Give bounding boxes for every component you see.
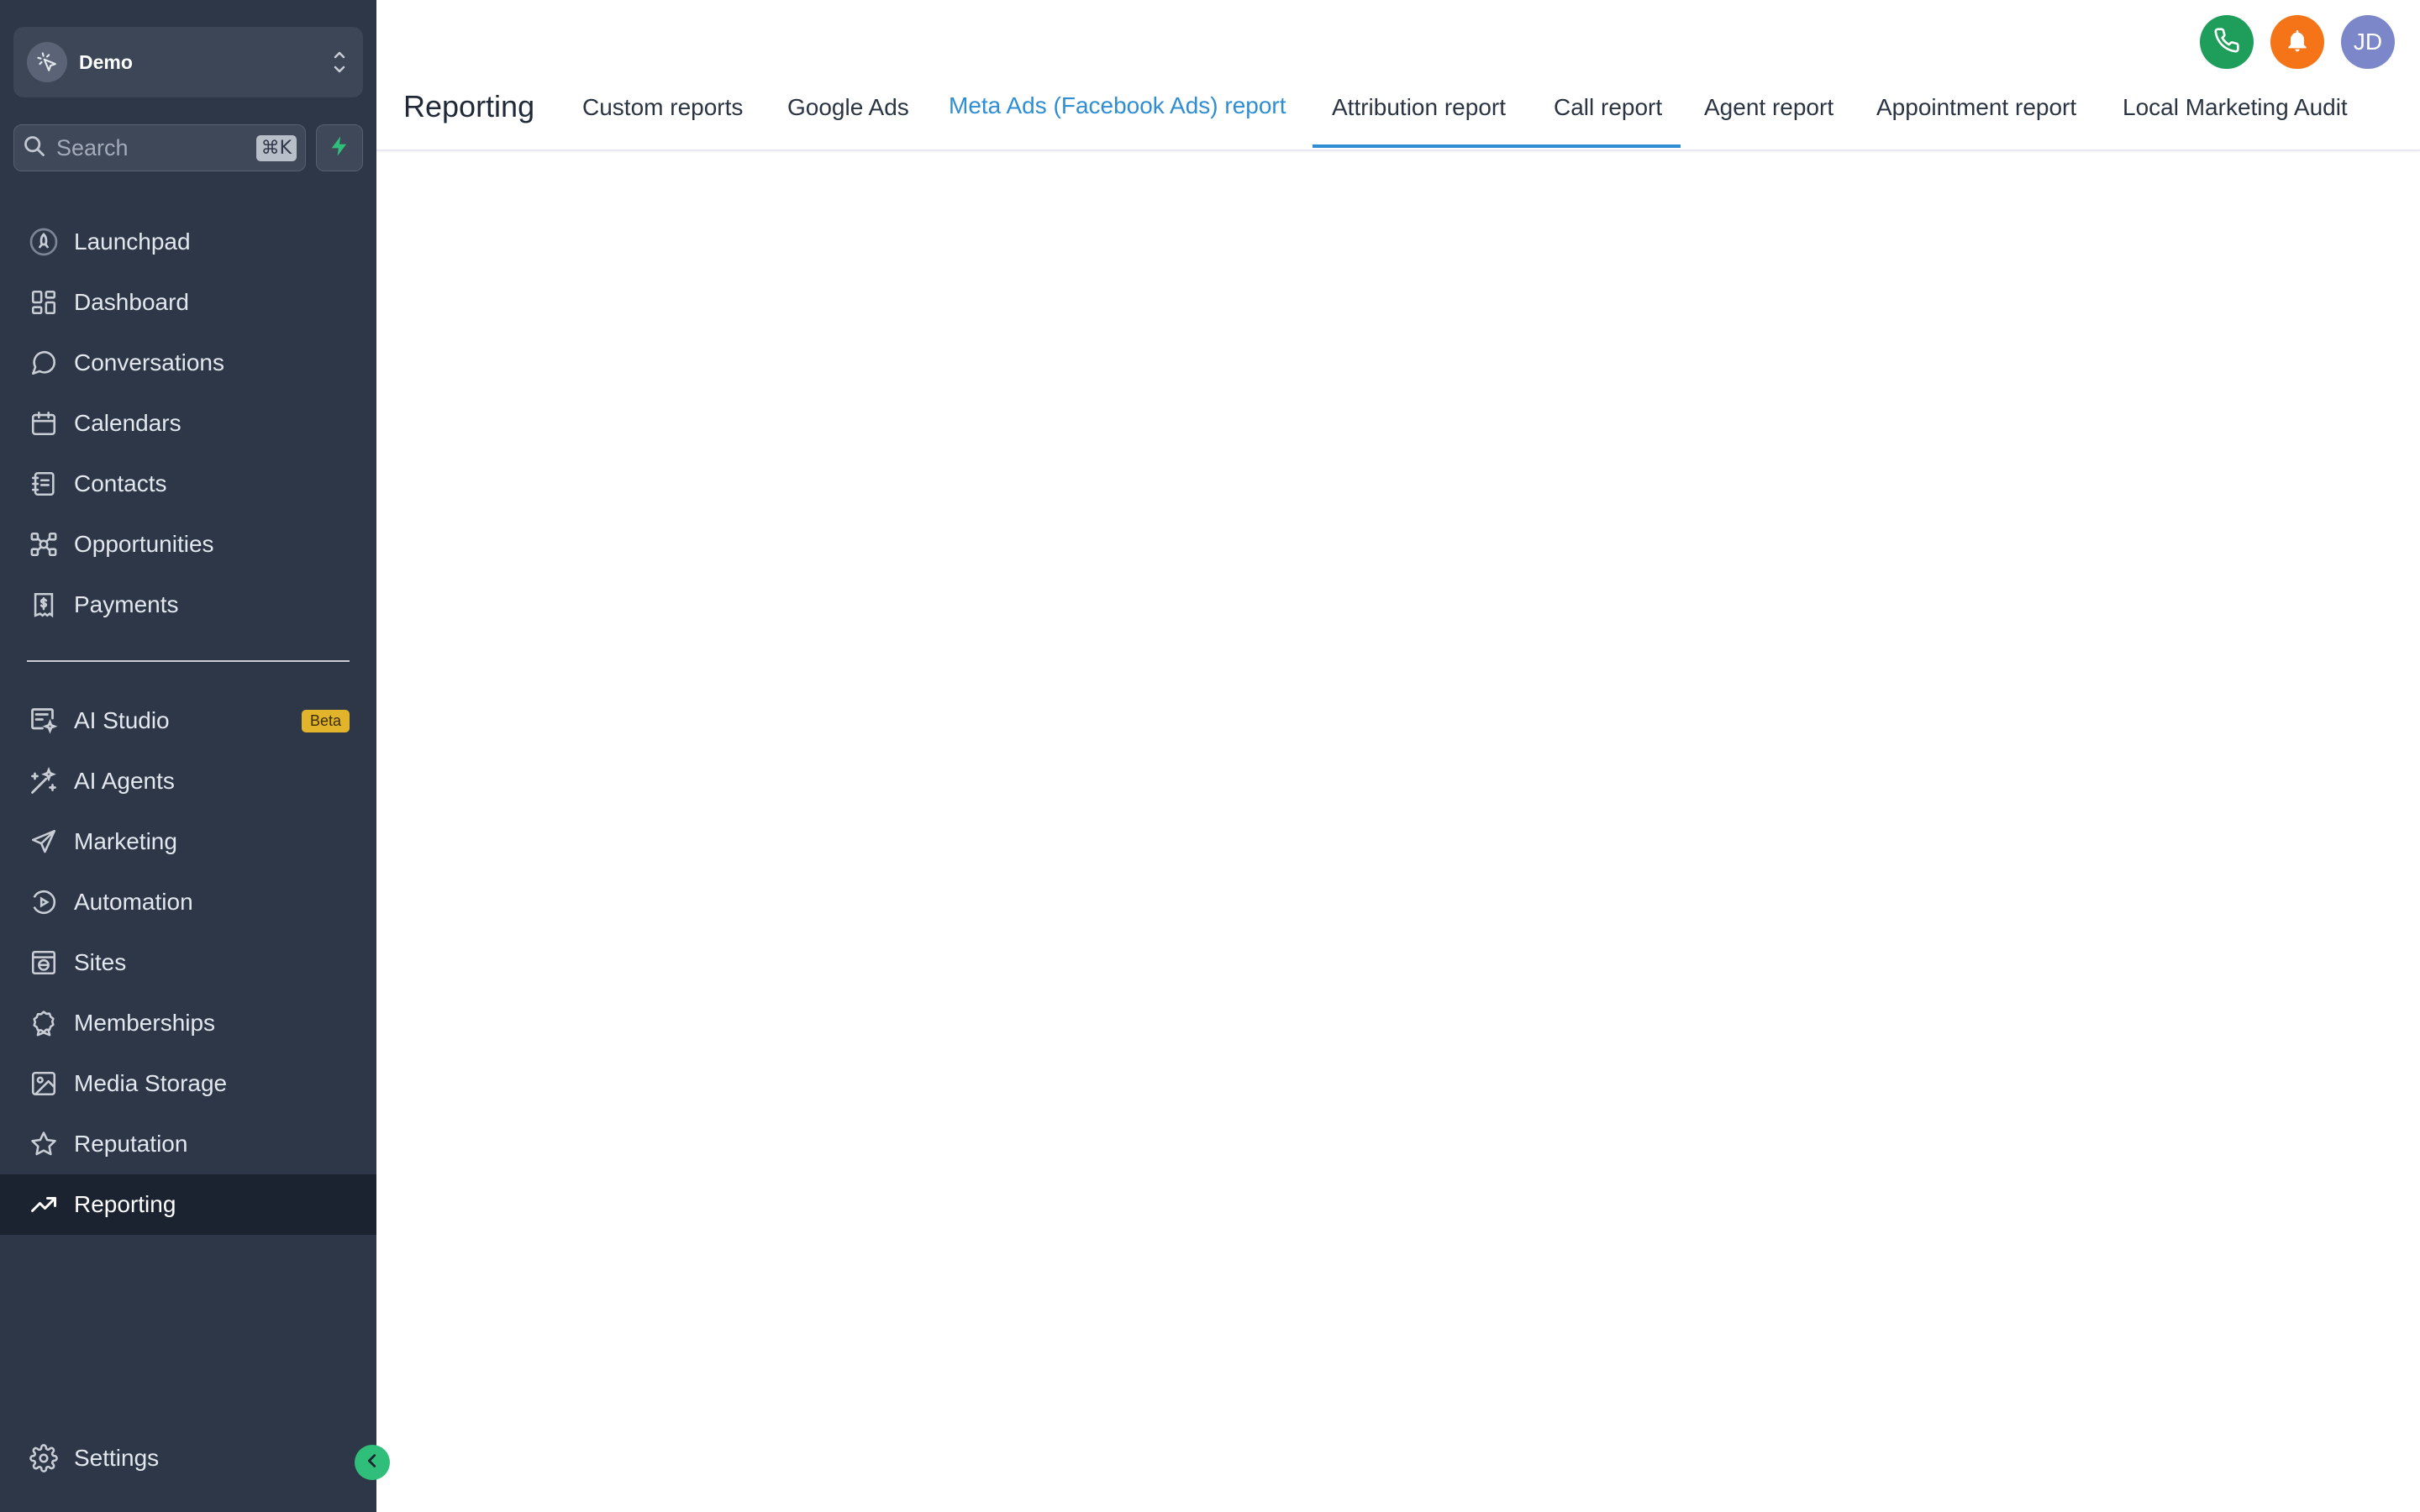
nav-item-calendars[interactable]: Calendars: [0, 393, 376, 454]
nav-item-payments[interactable]: Payments: [0, 575, 376, 635]
bell-icon: [2284, 27, 2311, 58]
network-nodes-icon: [27, 528, 60, 561]
calendar-icon: [27, 407, 60, 440]
tab-appointment-report[interactable]: Appointment report: [1876, 94, 2076, 121]
notifications-button[interactable]: [2270, 15, 2324, 69]
collapse-sidebar-button[interactable]: [355, 1445, 390, 1480]
nav-label: AI Studio: [74, 707, 170, 733]
nav-item-memberships[interactable]: Memberships: [0, 993, 376, 1053]
search-shortcut: ⌘K: [255, 134, 297, 161]
nav-label: Payments: [74, 591, 179, 617]
header: Reporting Custom reports Google Ads Meta…: [376, 0, 2420, 151]
chat-bubble-icon: [27, 346, 60, 380]
tab-custom-reports[interactable]: Custom reports: [582, 94, 743, 121]
nav-item-sites[interactable]: Sites: [0, 932, 376, 993]
send-plane-icon: [27, 825, 60, 858]
nav-label: Contacts: [74, 470, 167, 496]
globe-window-icon: [27, 946, 60, 979]
main-content: [376, 153, 2420, 1512]
nav-divider: [27, 660, 350, 662]
tab-agent-report[interactable]: Agent report: [1704, 94, 1833, 121]
nav-item-opportunities[interactable]: Opportunities: [0, 514, 376, 575]
nav-item-launchpad[interactable]: Launchpad: [0, 212, 376, 272]
nav-label: Dashboard: [74, 289, 189, 315]
nav-label: Marketing: [74, 828, 177, 854]
nav-item-ai-agents[interactable]: AI Agents: [0, 751, 376, 811]
image-icon: [27, 1067, 60, 1100]
gear-icon: [27, 1441, 60, 1475]
chevron-up-down-icon: [329, 44, 350, 81]
trending-up-icon: [27, 1188, 60, 1221]
nav-item-settings[interactable]: Settings: [0, 1428, 376, 1488]
nav-label: Memberships: [74, 1010, 216, 1036]
tab-local-marketing-audit[interactable]: Local Marketing Audit: [2123, 94, 2348, 121]
sidebar: Demo ⌘K Launchpad: [0, 0, 376, 1512]
user-avatar[interactable]: JD: [2341, 15, 2395, 69]
phone-icon: [2213, 27, 2240, 58]
nav-item-dashboard[interactable]: Dashboard: [0, 272, 376, 333]
search-icon: [23, 134, 46, 162]
tab-google-ads[interactable]: Google Ads: [787, 94, 909, 121]
nav-item-automation[interactable]: Automation: [0, 872, 376, 932]
nav-label: Conversations: [74, 349, 224, 375]
tab-meta-ads-report[interactable]: Meta Ads (Facebook Ads) report: [949, 92, 1286, 119]
rocket-icon: [27, 225, 60, 259]
award-badge-icon: [27, 1006, 60, 1040]
nav-label: Media Storage: [74, 1070, 228, 1096]
nav-label: Reporting: [74, 1191, 176, 1217]
nav-item-reputation[interactable]: Reputation: [0, 1114, 376, 1174]
nav-item-ai-studio[interactable]: AI Studio Beta: [0, 690, 376, 751]
play-circle-icon: [27, 885, 60, 919]
tab-attribution-report[interactable]: Attribution report: [1332, 94, 1506, 121]
search-box: ⌘K: [13, 124, 306, 171]
nav-label: Opportunities: [74, 531, 214, 557]
search-input[interactable]: [55, 134, 256, 162]
dashboard-grid-icon: [27, 286, 60, 319]
page-title: Reporting: [403, 89, 535, 123]
nav-item-media-storage[interactable]: Media Storage: [0, 1053, 376, 1114]
phone-button[interactable]: [2200, 15, 2254, 69]
nav-item-reporting[interactable]: Reporting: [0, 1174, 376, 1235]
nav-label: Automation: [74, 889, 193, 915]
nav-label: Sites: [74, 949, 127, 975]
active-tab-indicator: [1313, 144, 1681, 148]
nav-item-contacts[interactable]: Contacts: [0, 454, 376, 514]
tab-call-report[interactable]: Call report: [1554, 94, 1662, 121]
star-icon: [27, 1127, 60, 1161]
lightning-icon: [328, 134, 351, 162]
contact-book-icon: [27, 467, 60, 501]
chevron-left-icon: [363, 1452, 381, 1474]
nav-label: AI Agents: [74, 768, 175, 794]
quick-action-button[interactable]: [316, 124, 363, 171]
nav-item-marketing[interactable]: Marketing: [0, 811, 376, 872]
nav-label: Settings: [74, 1445, 160, 1471]
account-switcher[interactable]: Demo: [13, 27, 363, 97]
cursor-click-icon: [27, 42, 67, 82]
account-name: Demo: [79, 50, 133, 73]
nav-label: Calendars: [74, 410, 182, 436]
nav-item-conversations[interactable]: Conversations: [0, 333, 376, 393]
receipt-dollar-icon: [27, 588, 60, 622]
magic-wand-sparkles-icon: [27, 764, 60, 798]
nav-label: Launchpad: [74, 228, 191, 255]
ai-sparkle-screen-icon: [27, 704, 60, 738]
beta-badge: Beta: [301, 709, 350, 732]
nav-label: Reputation: [74, 1131, 188, 1157]
